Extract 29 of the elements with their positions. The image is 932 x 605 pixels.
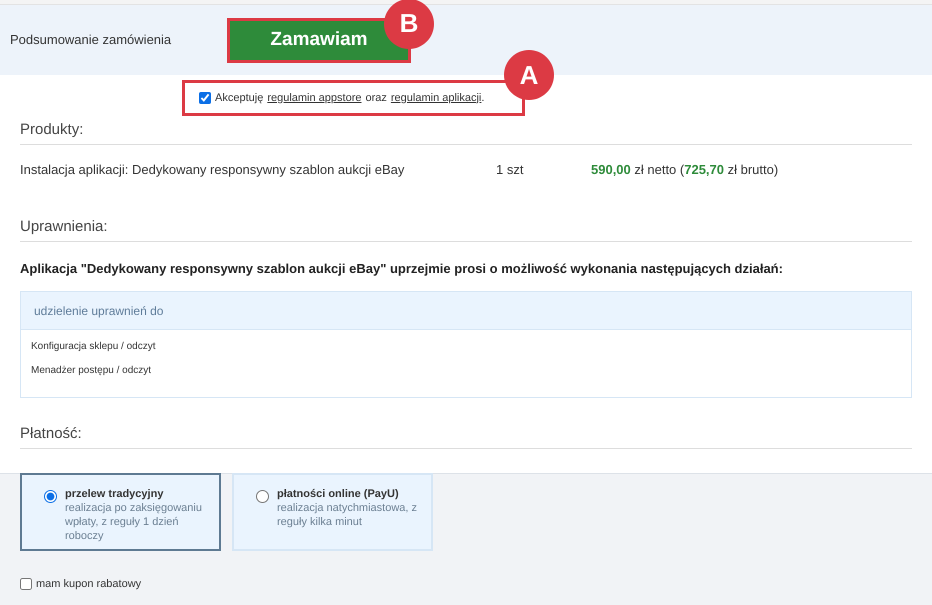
- payment-radio[interactable]: [44, 490, 57, 503]
- section-heading: Płatność:: [20, 425, 82, 442]
- app-terms-link[interactable]: regulamin aplikacji: [390, 90, 482, 106]
- terms-checkbox[interactable]: [199, 92, 211, 104]
- product-name: Instalacja aplikacji: Dedykowany responsywny szablon aukcji eBay: [20, 161, 406, 180]
- payment-description: realizacja po zaksięgowaniu wpłaty, z reguły 1 dzień roboczy: [65, 501, 203, 543]
- coupon-checkbox[interactable]: [20, 578, 32, 590]
- product-price: 590,00 zł netto (725,70 zł brutto): [591, 161, 778, 180]
- section-heading: Uprawnienia:: [20, 218, 108, 235]
- terms-text: Akceptuję: [215, 90, 264, 106]
- payment-title: przelew tradycyjny: [65, 487, 164, 501]
- page-title: Podsumowanie zamówienia: [10, 31, 172, 50]
- product-quantity: 1 szt: [496, 161, 524, 180]
- payment-title: płatności online (PayU): [277, 487, 400, 501]
- permission-row-text: Konfiguracja sklepu / odczyt: [31, 340, 157, 354]
- table-header-text: udzielenie uprawnień do: [34, 302, 164, 320]
- coupon-label: mam kupon rabatowy: [36, 577, 142, 592]
- payment-radio[interactable]: [256, 490, 269, 503]
- payment-option[interactable]: przelew tradycyjny realizacja po zaksięgowaniu wpłaty, z reguły 1 dzień roboczy: [20, 473, 221, 551]
- payment-option[interactable]: płatności online (PayU) realizacja natychmiastowa, z reguły kilka minut: [232, 473, 433, 551]
- terms-text: oraz: [365, 90, 387, 106]
- terms-text: .: [481, 90, 484, 106]
- payment-description: realizacja natychmiastowa, z reguły kilka minut: [277, 501, 418, 529]
- annotation-badge: B: [384, 0, 434, 48]
- annotation-badge: A: [504, 50, 554, 100]
- appstore-terms-link[interactable]: regulamin appstore: [267, 90, 362, 106]
- section-heading: Produkty:: [20, 121, 84, 138]
- permission-row-text: Menadżer postępu / odczyt: [31, 364, 152, 378]
- permissions-intro: Aplikacja "Dedykowany responsywny szablon aukcji eBay" uprzejmie prosi o możliwość wykonania następujących działań:: [20, 261, 783, 276]
